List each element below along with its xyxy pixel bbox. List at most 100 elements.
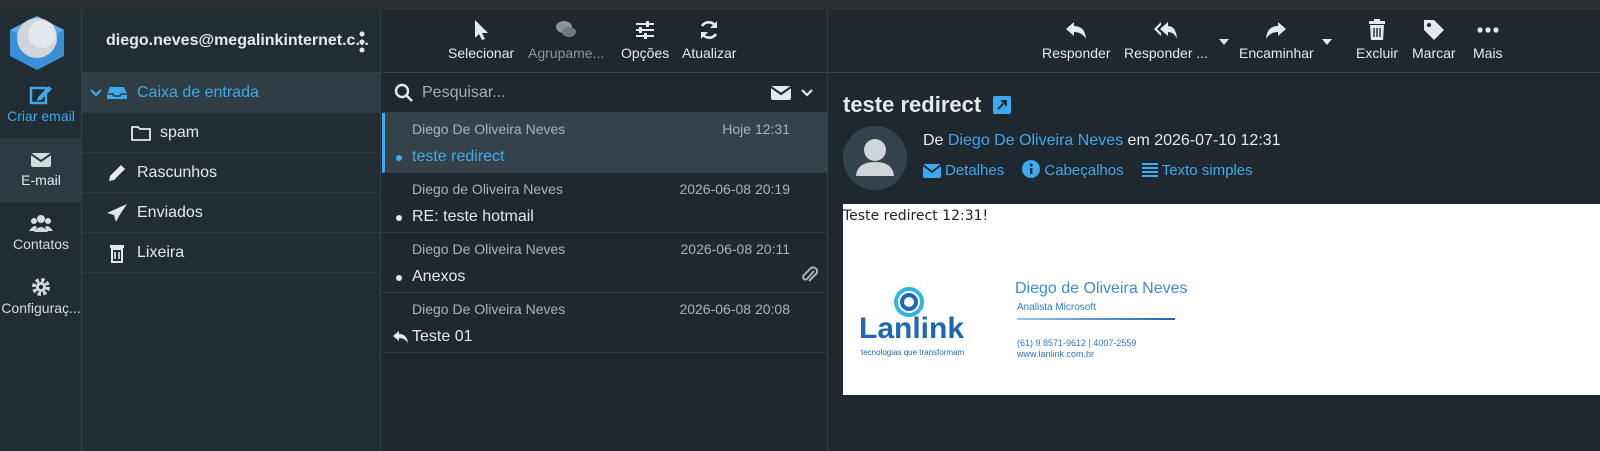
headers-link[interactable]: Cabeçalhos (1022, 160, 1124, 179)
details-link[interactable]: Detalhes (922, 162, 1005, 179)
reply-icon (1066, 22, 1087, 39)
reading-pane: Responder Responder ... Encaminhar Exclu… (829, 10, 1600, 451)
folder-label: Rascunhos (137, 164, 218, 181)
nav-email[interactable]: E-mail (0, 138, 82, 202)
reply-label: Responder (1042, 45, 1111, 61)
nav-settings-label: Configuraç... (1, 300, 81, 316)
details-label: Detalhes (945, 162, 1005, 179)
signature-role: Analista Microsoft (1017, 302, 1096, 313)
gear-icon (32, 278, 50, 296)
select-label: Selecionar (448, 45, 515, 61)
message-row[interactable]: Diego De Oliveira Neves Hoje 12:31 teste… (382, 113, 828, 173)
on-label: em (1127, 132, 1150, 149)
signature-phone: (61) 9 8571-9612 | 4007-2559 (1017, 338, 1137, 348)
paper-plane-icon (107, 204, 127, 222)
message-date: 2026-06-08 20:11 (680, 241, 791, 257)
from-prefix: De (923, 132, 944, 149)
search-input[interactable] (422, 81, 722, 105)
headers-label: Cabeçalhos (1044, 162, 1124, 179)
users-icon (29, 215, 53, 232)
forward-icon (1266, 22, 1287, 39)
nav-contacts-label: Contatos (12, 236, 70, 252)
message-meta: De Diego De Oliveira Neves em 2026-07-10… (923, 132, 1281, 150)
folder-inbox[interactable]: Caixa de entrada (82, 73, 381, 113)
search-bar (382, 73, 828, 113)
folder-label: Caixa de entrada (137, 84, 259, 101)
nav-settings[interactable]: Configuraç... (0, 266, 82, 330)
caret-down-icon[interactable] (1219, 38, 1229, 46)
compose-icon (29, 86, 52, 105)
reply-icon (393, 331, 408, 343)
chevron-down-icon[interactable] (90, 83, 102, 103)
reply-all-label: Responder ... (1124, 45, 1209, 61)
delete-label: Excluir (1356, 45, 1399, 61)
unread-dot-icon (396, 155, 402, 161)
paperclip-icon (802, 266, 818, 282)
signature-divider (1017, 318, 1175, 320)
trash-icon (110, 245, 124, 263)
kebab-menu-icon[interactable] (358, 30, 366, 54)
envelope-icon (922, 164, 942, 178)
nav-compose-label: Criar email (7, 108, 75, 124)
message-row[interactable]: Diego de Oliveira Neves 2026-06-08 20:19… (382, 173, 828, 233)
external-link-icon[interactable] (993, 96, 1012, 114)
message-row[interactable]: Diego De Oliveira Neves 2026-06-08 20:11… (382, 233, 828, 293)
account-email: diego.neves@megalinkinternet.c... (106, 32, 369, 49)
message-from: Diego de Oliveira Neves (412, 181, 563, 197)
reply-button[interactable]: Responder (1042, 18, 1111, 61)
account-header: diego.neves@megalinkinternet.c... (82, 10, 381, 73)
mark-label: Marcar (1412, 45, 1456, 61)
info-icon (1022, 160, 1041, 178)
group-label: Agrupame... (528, 45, 605, 61)
envelope-icon (30, 153, 52, 167)
nav-contacts[interactable]: Contatos (0, 202, 82, 266)
folder-pane: diego.neves@megalinkinternet.c... Caixa … (82, 10, 381, 451)
message-from: Diego De Oliveira Neves (412, 121, 566, 137)
folder-sent[interactable]: Enviados (82, 193, 381, 233)
browser-top-strip (0, 0, 1600, 10)
body-text: Teste redirect 12:31! (843, 208, 989, 224)
pencil-icon (109, 165, 125, 181)
reply-all-button[interactable]: Responder ... (1124, 18, 1208, 61)
folder-trash[interactable]: Lixeira (82, 233, 381, 273)
folder-spam[interactable]: spam (82, 113, 381, 153)
message-subject: teste redirect (412, 148, 505, 165)
ellipsis-icon (1477, 27, 1499, 33)
message-date: Hoje 12:31 (722, 121, 790, 137)
more-button[interactable]: Mais (1473, 18, 1503, 61)
trash-icon (1369, 19, 1385, 40)
sender-link[interactable]: Diego De Oliveira Neves (948, 132, 1123, 149)
delete-button[interactable]: Excluir (1356, 18, 1398, 61)
message-subject: Teste 01 (412, 328, 473, 345)
caret-down-icon[interactable] (1322, 38, 1332, 46)
user-icon (856, 139, 894, 176)
message-body: Teste redirect 12:31! Lanlink tecnologia… (843, 204, 1600, 395)
cursor-icon (475, 20, 489, 40)
nav-compose[interactable]: Criar email (0, 74, 82, 138)
envelope-filter-icon[interactable] (770, 85, 792, 101)
select-button[interactable]: Selecionar (448, 18, 514, 61)
plain-text-link[interactable]: Texto simples (1141, 162, 1253, 179)
refresh-button[interactable]: Atualizar (682, 18, 736, 61)
refresh-icon (701, 21, 718, 39)
message-row[interactable]: Diego De Oliveira Neves 2026-06-08 20:08… (382, 293, 828, 353)
inbox-icon (107, 87, 127, 99)
message-from: Diego De Oliveira Neves (412, 241, 566, 257)
message-datetime: 2026-07-10 12:31 (1154, 132, 1281, 149)
comments-icon (556, 21, 577, 37)
message-subject-title: teste redirect (843, 92, 1012, 118)
app-logo[interactable] (6, 12, 68, 72)
tag-icon (1423, 20, 1444, 40)
signature-web[interactable]: www.lanlink.com.br (1017, 349, 1094, 359)
folder-drafts[interactable]: Rascunhos (82, 153, 381, 193)
forward-button[interactable]: Encaminhar (1239, 18, 1314, 61)
options-label: Opções (621, 45, 670, 61)
chevron-down-icon[interactable] (800, 87, 814, 99)
mark-button[interactable]: Marcar (1412, 18, 1456, 61)
plain-text-label: Texto simples (1161, 162, 1253, 179)
unread-dot-icon (396, 215, 402, 221)
message-date: 2026-06-08 20:08 (679, 301, 790, 317)
options-button[interactable]: Opções (621, 18, 669, 61)
sliders-icon (636, 21, 655, 39)
group-button[interactable]: Agrupame... (528, 18, 604, 61)
